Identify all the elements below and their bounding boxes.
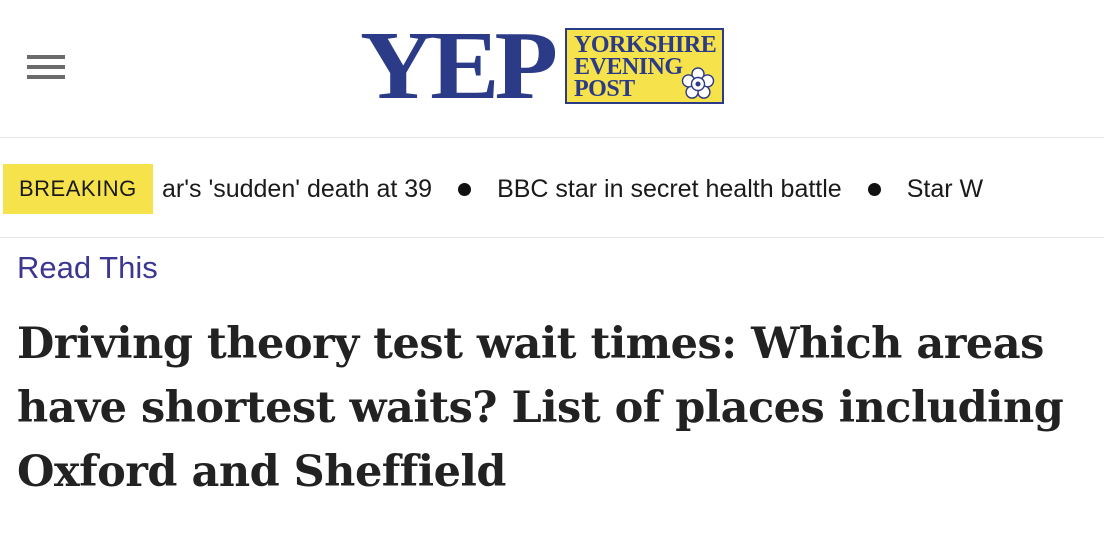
ticker-item[interactable]: Star W — [907, 175, 983, 204]
bullet-separator-icon — [867, 182, 881, 196]
article-kicker-link[interactable]: Read This — [17, 250, 158, 286]
ticker-item[interactable]: ar's 'sudden' death at 39 — [162, 175, 432, 204]
breaking-badge: BREAKING — [3, 164, 153, 214]
yorkshire-rose-icon — [681, 67, 715, 99]
ticker-item[interactable]: BBC star in secret health battle — [497, 175, 842, 204]
breaking-ticker: ar's 'sudden' death at 39 BBC star in se… — [162, 164, 983, 214]
logo-abbrev: YEP — [360, 11, 558, 120]
breaking-news-bar: BREAKING ar's 'sudden' death at 39 BBC s… — [0, 138, 1104, 238]
article-headline: Driving theory test wait times: Which ar… — [17, 319, 1064, 497]
bullet-separator-icon — [458, 182, 472, 196]
hamburger-menu-icon[interactable] — [27, 55, 65, 81]
site-logo[interactable]: YEP YORKSHIRE EVENING POST — [360, 17, 724, 114]
site-header: YEP YORKSHIRE EVENING POST — [0, 0, 1104, 138]
logo-badge: YORKSHIRE EVENING POST — [565, 28, 724, 104]
logo-line-post: POST — [574, 76, 635, 102]
